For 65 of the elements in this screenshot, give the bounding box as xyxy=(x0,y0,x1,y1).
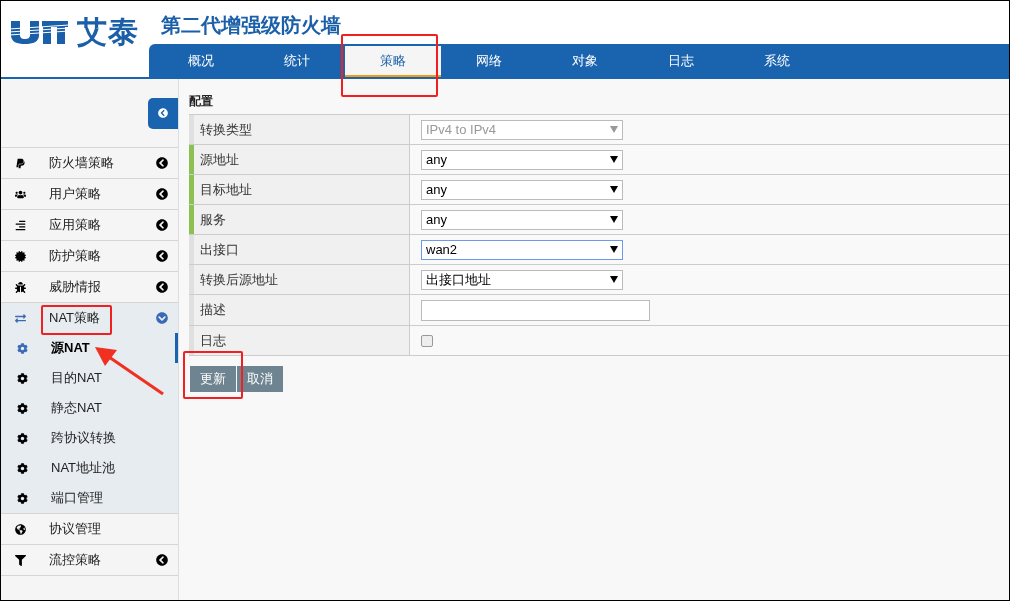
caret-down-icon xyxy=(610,276,618,283)
chevron-left-icon xyxy=(158,108,168,118)
cancel-button[interactable]: 取消 xyxy=(237,366,283,392)
sidebar-subitem[interactable]: 静态NAT xyxy=(1,393,178,423)
field-label: 出接口 xyxy=(189,235,410,264)
lines-icon xyxy=(15,219,26,231)
sidebar-item[interactable]: 流控策略 xyxy=(1,545,178,575)
field-label: 转换类型 xyxy=(189,115,410,144)
dropdown[interactable]: 出接口地址 xyxy=(421,269,623,290)
nav-tab[interactable]: 系统 xyxy=(729,44,825,77)
sidebar-item[interactable]: 防护策略 xyxy=(1,241,178,271)
gear-icon xyxy=(17,342,28,354)
nav-tab[interactable]: 日志 xyxy=(633,44,729,77)
sidebar-item[interactable]: 防火墙策略 xyxy=(1,148,178,178)
description-field[interactable] xyxy=(421,299,650,321)
exchange-arrows-icon xyxy=(15,312,26,324)
nav-tab[interactable]: 策略 xyxy=(345,46,441,77)
field-label: 日志 xyxy=(189,326,410,355)
gear-icon xyxy=(17,372,28,384)
field-label: 描述 xyxy=(189,295,410,325)
dropdown[interactable]: any xyxy=(421,179,623,200)
globe-icon xyxy=(15,523,26,535)
nav-tab[interactable]: 统计 xyxy=(249,44,345,77)
gear-icon xyxy=(17,492,28,504)
dropdown[interactable]: wan2 xyxy=(421,239,623,260)
logo-icon xyxy=(9,19,69,45)
nav-tab[interactable]: 对象 xyxy=(537,44,633,77)
bug-icon xyxy=(15,281,26,293)
nav-tab[interactable]: 网络 xyxy=(441,44,537,77)
caret-down-icon xyxy=(610,156,618,163)
caret-down-icon xyxy=(610,246,618,253)
sidebar-subitem[interactable]: 目的NAT xyxy=(1,363,178,393)
sidebar-subitem[interactable]: NAT地址池 xyxy=(1,453,178,483)
filter-icon xyxy=(15,554,26,566)
logo-text: 艾泰 xyxy=(77,17,139,47)
collapse-button[interactable] xyxy=(148,97,178,129)
dropdown[interactable]: any xyxy=(421,149,623,170)
dropdown[interactable]: any xyxy=(421,209,623,230)
app-title: 第二代增强级防火墙 xyxy=(161,13,341,38)
gear-icon xyxy=(17,462,28,474)
checkbox[interactable] xyxy=(421,334,433,347)
sidebar-item[interactable]: 协议管理 xyxy=(1,514,178,544)
field-label: 服务 xyxy=(189,205,410,234)
p-letter-icon xyxy=(15,157,26,169)
update-button[interactable]: 更新 xyxy=(190,366,236,392)
highlight-frame xyxy=(41,305,112,335)
burst-icon xyxy=(15,250,26,262)
gear-icon xyxy=(17,402,28,414)
sidebar-item[interactable]: NAT策略 xyxy=(1,303,178,333)
section-title: 配置 xyxy=(189,93,214,110)
gear-icon xyxy=(17,432,28,444)
caret-down-icon xyxy=(610,186,618,193)
caret-down-icon xyxy=(610,216,618,223)
highlight-frame xyxy=(183,351,243,399)
field-label: 转换后源地址 xyxy=(189,265,410,294)
sidebar-item[interactable]: 威胁情报 xyxy=(1,272,178,302)
sidebar-subitem[interactable]: 端口管理 xyxy=(1,483,178,513)
field-label: 目标地址 xyxy=(189,175,410,204)
sidebar-item[interactable]: 应用策略 xyxy=(1,210,178,240)
users-icon xyxy=(15,188,26,200)
caret-down-icon xyxy=(610,126,618,133)
nav-tab[interactable]: 概况 xyxy=(153,44,249,77)
field-label: 源地址 xyxy=(189,145,410,174)
sidebar-subitem[interactable]: 跨协议转换 xyxy=(1,423,178,453)
sidebar-item[interactable]: 用户策略 xyxy=(1,179,178,209)
